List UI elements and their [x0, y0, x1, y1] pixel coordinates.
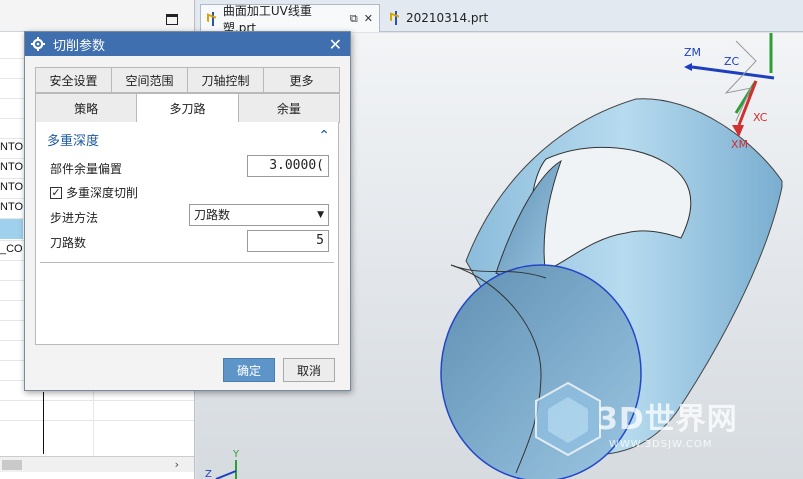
zm-axis-label: ZM — [684, 46, 702, 59]
ok-button[interactable]: 确定 — [223, 358, 275, 382]
tab-stock[interactable]: 余量 — [237, 93, 340, 123]
navigator-row-text[interactable]: NTO — [0, 181, 23, 193]
chevron-down-icon: ▼ — [317, 210, 324, 220]
z-axis-label: Z — [205, 469, 212, 479]
gear-icon — [31, 37, 45, 51]
step-method-select[interactable]: 刀路数 ▼ — [189, 204, 329, 226]
watermark-text: 3D世界网 — [597, 402, 738, 437]
part-stock-offset-label: 部件余量偏置 — [50, 162, 123, 176]
tab-strategy[interactable]: 策略 — [35, 93, 138, 123]
step-method-value: 刀路数 — [194, 208, 231, 222]
document-tab-bar: 曲面加工UV线重塑.prt ⧉ ✕ 20210314.prt — [196, 0, 803, 35]
cutting-parameters-dialog: 切削参数 ✕ 安全设置 空间范围 刀轴控制 更多 策略 多刀路 余量 多重深度 … — [24, 31, 351, 391]
multi-depth-checkbox-row[interactable]: ✓ 多重深度切削 — [50, 184, 138, 201]
multi-depth-checkbox[interactable]: ✓ — [50, 186, 62, 199]
tab-multiple-passes[interactable]: 多刀路 — [136, 93, 239, 123]
step-method-label: 步进方法 — [50, 211, 99, 225]
scroll-right-icon[interactable]: › — [175, 458, 179, 471]
part-stock-offset-input[interactable]: 3.0000( — [247, 155, 329, 177]
number-of-passes-label: 刀路数 — [50, 236, 87, 250]
navigator-row-text[interactable]: _CO — [0, 243, 23, 255]
close-icon[interactable]: ✕ — [329, 35, 342, 54]
horizontal-scrollbar[interactable]: › — [0, 456, 194, 472]
group-title: 多重深度 — [47, 134, 100, 149]
xc-axis-label: XC — [753, 111, 768, 124]
part-file-icon — [207, 11, 219, 26]
tab-safe-settings[interactable]: 安全设置 — [35, 67, 112, 93]
navigator-row-text[interactable]: NTO — [0, 161, 23, 173]
grid-line — [0, 420, 194, 421]
number-of-passes-input[interactable]: 5 — [247, 230, 329, 252]
xm-axis-label: XM — [731, 138, 749, 151]
collapse-caret-icon[interactable]: ⌃ — [318, 128, 330, 144]
group-divider — [40, 262, 334, 263]
tab-part-uv[interactable]: 曲面加工UV线重塑.prt ⧉ ✕ — [200, 4, 380, 35]
tab-label: 20210314.prt — [406, 11, 489, 25]
tab-part-20210314[interactable]: 20210314.prt — [384, 6, 494, 30]
tab-modified-icon: ⧉ — [349, 11, 358, 25]
tabs-row-1: 安全设置 空间范围 刀轴控制 更多 — [35, 67, 340, 93]
multiple-passes-panel: 多重深度 ⌃ 部件余量偏置 3.0000( ✓ 多重深度切削 步进方法 刀路数 … — [35, 122, 339, 345]
dialog-title: 切削参数 — [53, 38, 106, 54]
navigator-header — [0, 0, 194, 32]
tab-spatial-range[interactable]: 空间范围 — [111, 67, 188, 93]
cancel-button[interactable]: 取消 — [283, 358, 335, 382]
grid-line — [0, 400, 194, 401]
tab-close-icon[interactable]: ✕ — [364, 12, 373, 25]
scroll-thumb[interactable] — [2, 460, 22, 470]
multi-depth-label: 多重深度切削 — [66, 186, 139, 200]
navigator-row-text[interactable]: NTO — [0, 201, 23, 213]
watermark-url: WWW.3DSJW.COM — [609, 439, 713, 450]
tab-tool-axis-control[interactable]: 刀轴控制 — [187, 67, 264, 93]
maximize-icon[interactable] — [166, 14, 178, 25]
dialog-title-bar[interactable]: 切削参数 ✕ — [25, 32, 350, 56]
navigator-row-text[interactable]: NTO — [0, 141, 23, 153]
column-resize-line — [43, 392, 44, 454]
selected-row[interactable] — [0, 219, 23, 239]
part-file-icon — [390, 11, 402, 25]
tabs-row-2: 策略 多刀路 余量 — [35, 93, 340, 123]
tab-more[interactable]: 更多 — [263, 67, 340, 93]
zc-axis-label: ZC — [724, 55, 740, 68]
y-axis-label: Y — [233, 449, 240, 460]
absolute-csys-triad — [215, 460, 237, 479]
